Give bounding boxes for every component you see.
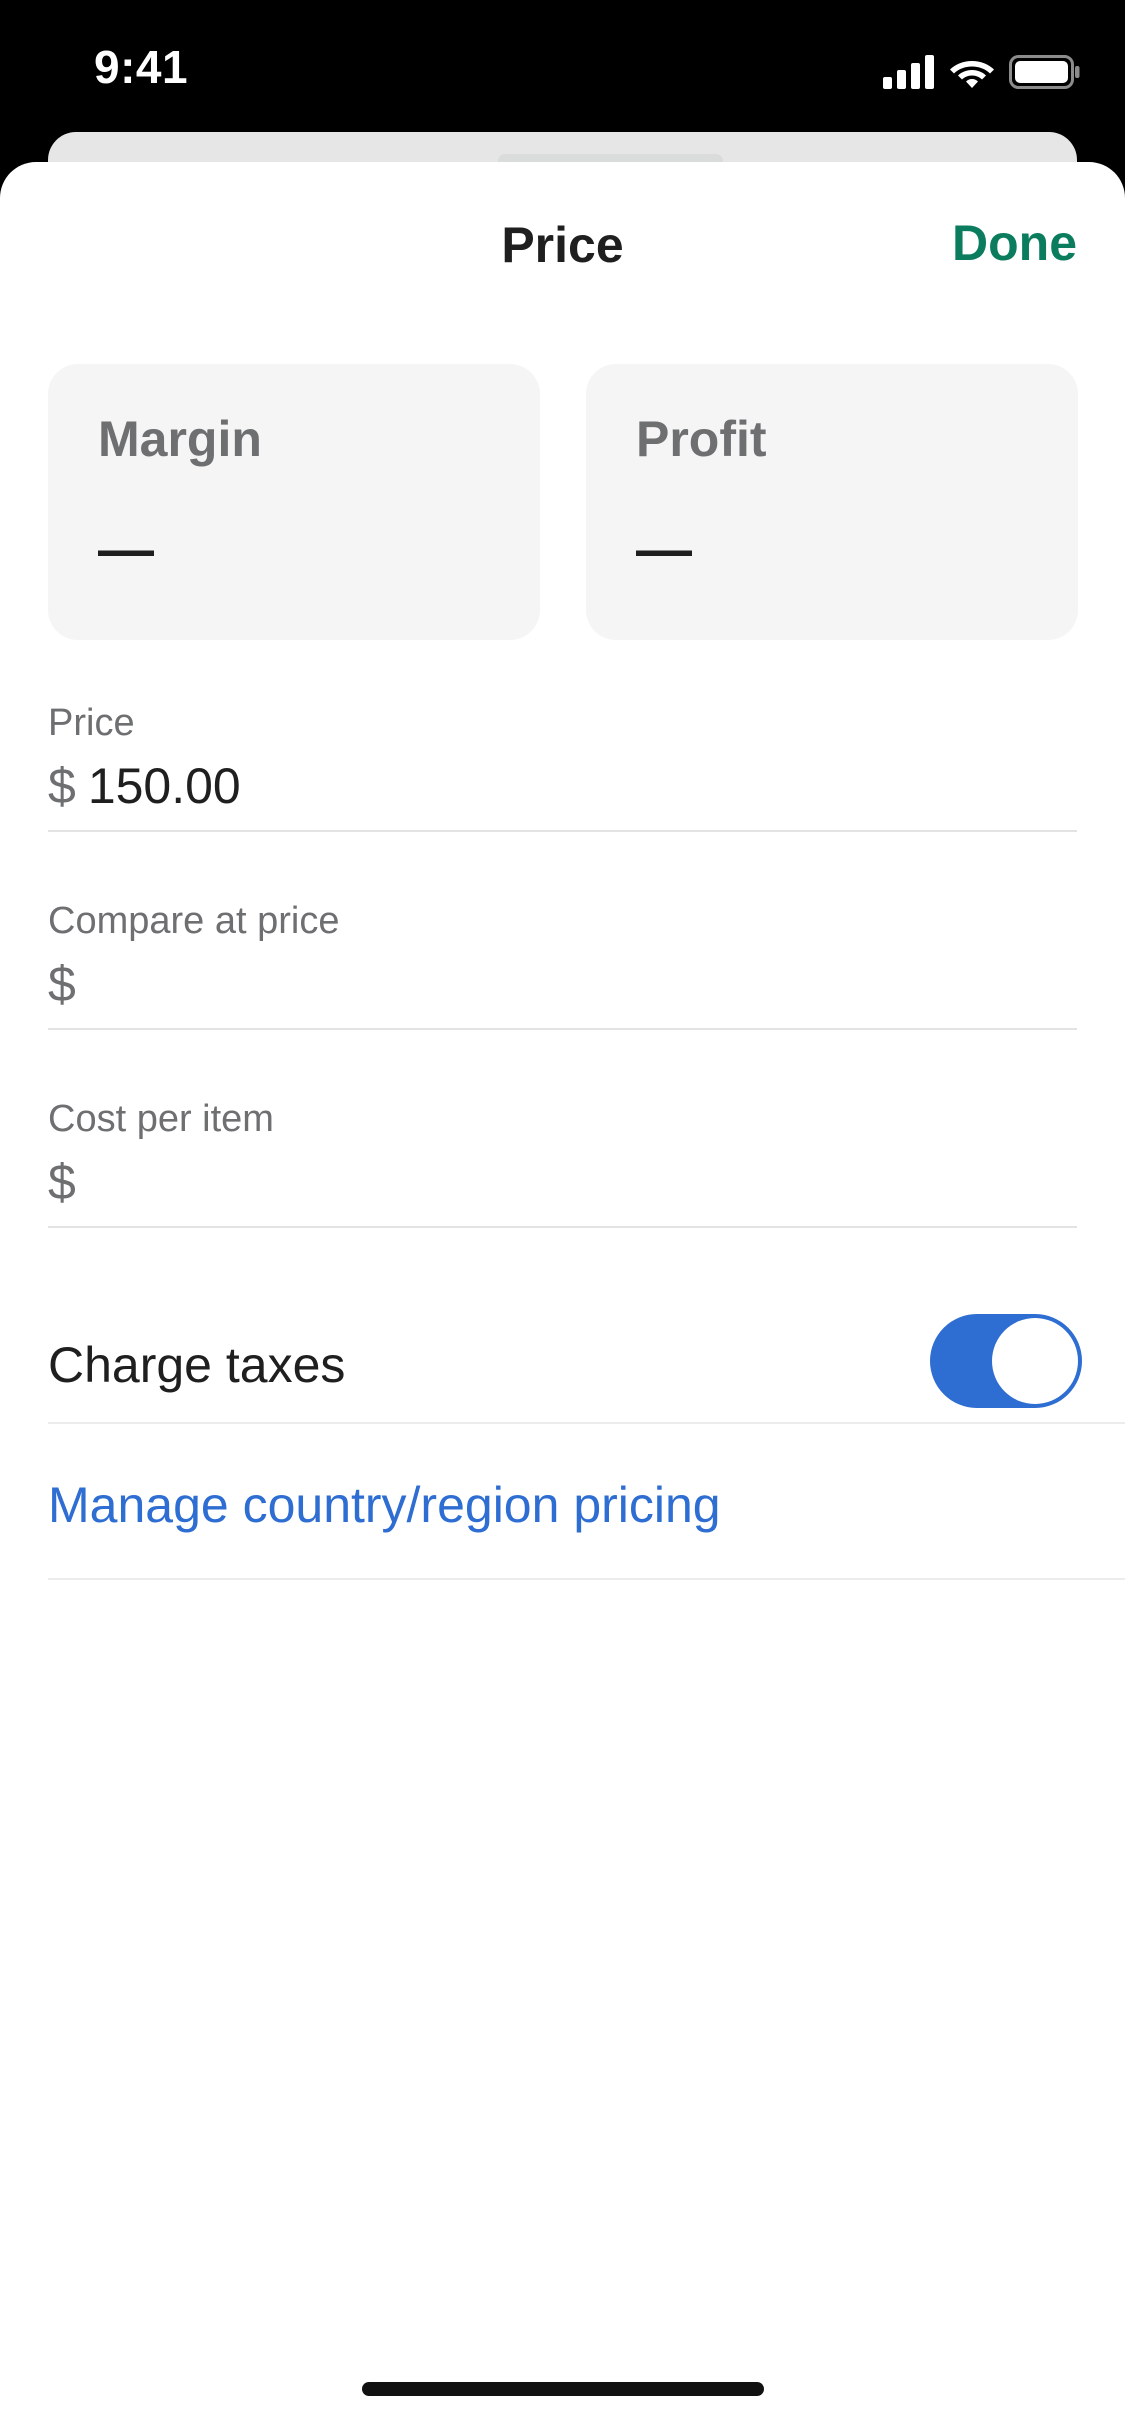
compare-at-price-field: Compare at price $ xyxy=(48,900,1077,1030)
profit-label: Profit xyxy=(636,411,767,467)
status-time: 9:41 xyxy=(94,41,189,93)
compare-at-price-currency-symbol: $ xyxy=(48,956,76,1012)
compare-at-price-input-row: $ xyxy=(48,954,1077,1014)
price-label: Price xyxy=(48,702,135,744)
screen: 9:41 Price Done Margin — Profit — Price … xyxy=(0,0,1125,2436)
manage-pricing-row: Manage country/region pricing xyxy=(48,1424,1125,1580)
signal-icon xyxy=(883,55,934,89)
price-currency-symbol: $ xyxy=(48,758,76,814)
wifi-icon xyxy=(950,61,994,88)
price-field: Price $ xyxy=(48,702,1077,832)
done-button[interactable]: Done xyxy=(952,214,1077,272)
manage-country-region-pricing-link[interactable]: Manage country/region pricing xyxy=(48,1476,721,1534)
cost-per-item-input-row: $ xyxy=(48,1152,1077,1212)
status-icons xyxy=(883,50,1081,94)
battery-icon xyxy=(1009,55,1080,89)
profit-card: Profit — xyxy=(586,364,1078,640)
charge-taxes-row: Charge taxes xyxy=(48,1300,1125,1424)
charge-taxes-toggle[interactable] xyxy=(930,1314,1082,1408)
margin-label: Margin xyxy=(98,411,262,467)
cost-per-item-field: Cost per item $ xyxy=(48,1098,1077,1228)
cost-per-item-currency-symbol: $ xyxy=(48,1154,76,1210)
cost-per-item-label: Cost per item xyxy=(48,1098,274,1140)
profit-value: — xyxy=(636,517,692,580)
cost-per-item-input[interactable] xyxy=(87,1152,1077,1212)
margin-value: — xyxy=(98,517,154,580)
price-input-row: $ xyxy=(48,756,1077,816)
price-input[interactable] xyxy=(87,756,1077,816)
home-indicator[interactable] xyxy=(362,2382,764,2396)
status-bar: 9:41 xyxy=(0,0,1125,140)
compare-at-price-input[interactable] xyxy=(87,954,1077,1014)
charge-taxes-label: Charge taxes xyxy=(48,1337,346,1393)
price-sheet: Price Done Margin — Profit — Price $ Com… xyxy=(0,162,1125,2436)
toggle-knob xyxy=(992,1318,1078,1404)
compare-at-price-label: Compare at price xyxy=(48,900,340,942)
margin-card: Margin — xyxy=(48,364,540,640)
